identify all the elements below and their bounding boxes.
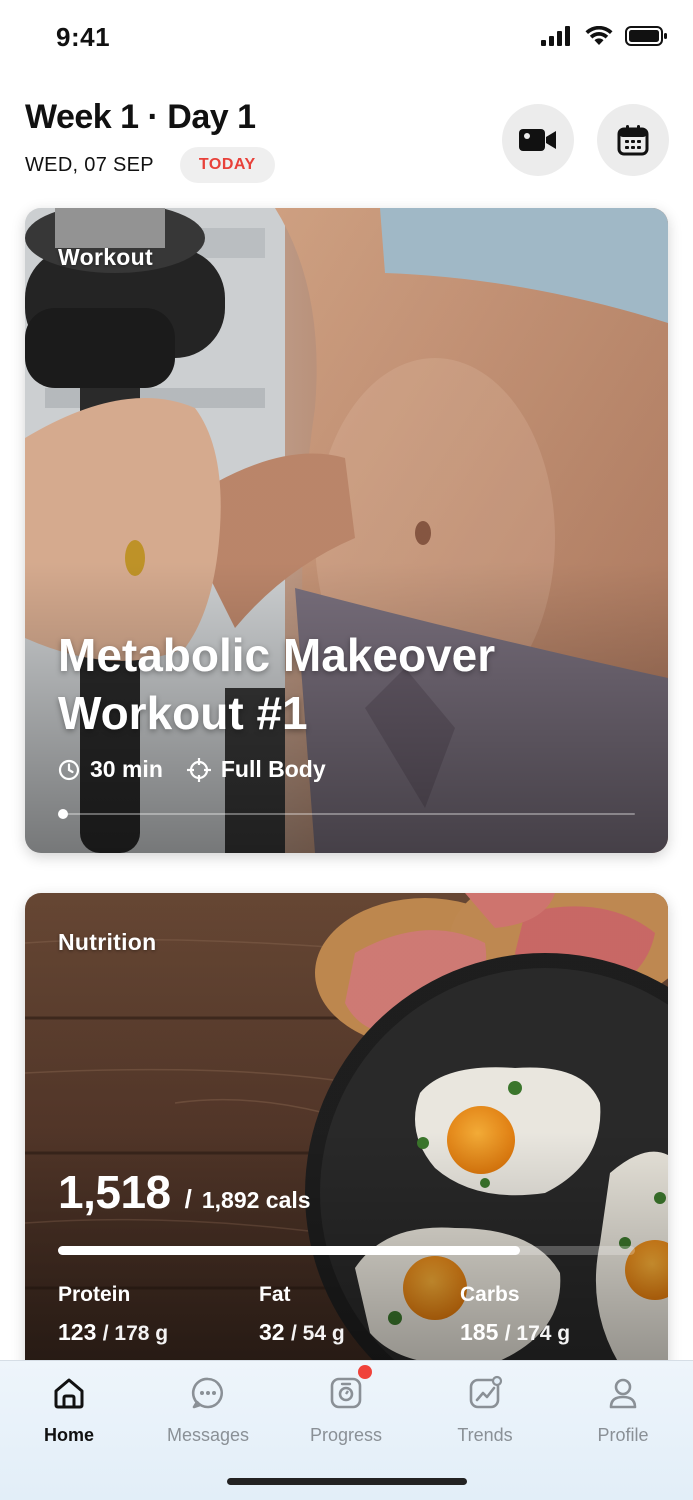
macro-amount: 32 xyxy=(259,1319,285,1345)
home-icon xyxy=(49,1373,89,1413)
calories-progress-track xyxy=(58,1246,635,1255)
trends-chart-icon xyxy=(465,1373,505,1413)
workout-duration: 30 min xyxy=(58,756,163,783)
home-indicator xyxy=(227,1478,467,1485)
macro-carbs: Carbs 185 / 174 g xyxy=(460,1283,570,1346)
workout-meta: 30 min Full Body xyxy=(58,756,350,783)
workout-title: Metabolic Makeover Workout #1 xyxy=(58,629,496,739)
profile-icon xyxy=(603,1373,643,1413)
tab-messages[interactable]: Messages xyxy=(148,1373,268,1446)
status-time: 9:41 xyxy=(56,22,111,52)
workout-duration-text: 30 min xyxy=(90,756,163,782)
tab-label: Messages xyxy=(166,1425,250,1445)
macro-amount: 123 xyxy=(58,1319,97,1345)
tab-trends[interactable]: Trends xyxy=(425,1373,545,1446)
page-title: Week 1 · Day 1 xyxy=(25,98,256,136)
workout-card[interactable]: Workout Metabolic Makeover Workout #1 30… xyxy=(25,208,668,853)
video-button[interactable] xyxy=(502,104,574,176)
macro-value: 32 / 54 g xyxy=(259,1319,345,1346)
tab-label: Trends xyxy=(457,1425,513,1445)
workout-card-label: Workout xyxy=(58,244,153,270)
nutrition-card-label: Nutrition xyxy=(58,929,157,955)
wifi-icon xyxy=(585,26,613,45)
status-icons xyxy=(541,26,667,46)
macro-protein: Protein 123 / 178 g xyxy=(58,1283,168,1346)
progress-notification-dot xyxy=(358,1365,372,1379)
calories-summary: 1,518 / 1,892 cals xyxy=(58,1165,311,1219)
tab-home[interactable]: Home xyxy=(9,1373,129,1446)
tab-progress[interactable]: Progress xyxy=(286,1365,406,1446)
calories-separator: / xyxy=(184,1184,192,1214)
calendar-button[interactable] xyxy=(597,104,669,176)
macro-value: 185 / 174 g xyxy=(460,1319,570,1346)
status-bar: 9:41 xyxy=(0,0,693,80)
tab-label: Progress xyxy=(309,1425,383,1445)
macro-goal: / 178 g xyxy=(102,1322,169,1345)
macro-label: Protein xyxy=(58,1283,131,1306)
cellular-signal-icon xyxy=(541,26,570,46)
macro-amount: 185 xyxy=(460,1319,499,1345)
calories-progress-fill xyxy=(58,1246,520,1255)
chat-bubble-icon xyxy=(188,1373,228,1413)
tab-profile[interactable]: Profile xyxy=(563,1373,683,1446)
macro-label: Carbs xyxy=(460,1283,520,1306)
calories-consumed: 1,518 xyxy=(58,1166,171,1218)
current-date: WED, 07 SEP xyxy=(25,153,154,176)
macro-goal: / 174 g xyxy=(504,1322,571,1345)
tab-label: Profile xyxy=(597,1425,649,1445)
calendar-icon xyxy=(617,125,649,156)
workout-progress-track xyxy=(58,809,635,819)
battery-icon xyxy=(625,26,667,46)
macro-value: 123 / 178 g xyxy=(58,1319,168,1346)
nutrition-card[interactable]: Nutrition 1,518 / 1,892 cals Protein 123… xyxy=(25,893,668,1373)
progress-scale-icon xyxy=(326,1365,372,1413)
workout-progress-indicator xyxy=(58,809,68,819)
today-badge[interactable]: TODAY xyxy=(179,147,275,183)
workout-focus: Full Body xyxy=(186,756,326,783)
day-header: Week 1 · Day 1 WED, 07 SEP TODAY xyxy=(25,98,670,198)
date-row: WED, 07 SEP TODAY xyxy=(25,147,670,183)
macro-fat: Fat 32 / 54 g xyxy=(259,1283,345,1346)
clock-icon xyxy=(58,759,80,780)
macro-goal: / 54 g xyxy=(290,1322,345,1345)
tab-label: Home xyxy=(43,1425,94,1445)
macro-label: Fat xyxy=(259,1283,291,1306)
workout-focus-text: Full Body xyxy=(220,756,326,782)
calories-goal: 1,892 cals xyxy=(201,1187,311,1213)
video-camera-icon xyxy=(519,129,556,151)
target-crosshair-icon xyxy=(186,757,211,782)
